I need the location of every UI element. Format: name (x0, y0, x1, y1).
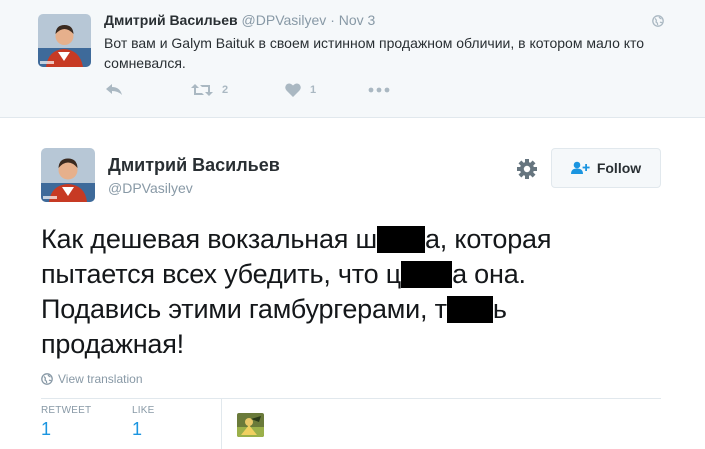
tweet-stats: RETWEET 1 LIKE 1 (41, 398, 661, 449)
tweet-date[interactable]: Nov 3 (339, 12, 376, 28)
avatar[interactable] (41, 148, 95, 202)
reply-button[interactable] (104, 82, 124, 98)
like-stat-label: LIKE (132, 405, 155, 416)
retweet-stat-value: 1 (41, 419, 52, 439)
like-stat-value: 1 (132, 419, 143, 439)
avatar[interactable] (38, 14, 91, 67)
tweet-text-part: пытается всех убедить, что ц (41, 259, 402, 289)
retweet-button[interactable]: 2 (190, 82, 228, 98)
redaction-box (446, 296, 493, 323)
heart-icon (285, 83, 301, 97)
tweet-text: Как дешевая вокзальная ш а, которая пытае… (41, 222, 681, 362)
view-translation-label: View translation (58, 372, 143, 386)
author-name[interactable]: Дмитрий Васильев (108, 155, 280, 176)
globe-icon (41, 373, 53, 385)
liker-avatar-image (237, 413, 264, 437)
author-name[interactable]: Дмитрий Васильев (104, 12, 238, 28)
view-translation-link[interactable]: View translation (41, 372, 143, 386)
tweet-actions: 2 1 (104, 82, 424, 104)
liker-avatar[interactable] (237, 413, 264, 437)
tweet-text-part: а, которая (424, 224, 552, 254)
like-count: 1 (310, 84, 317, 96)
author-handle[interactable]: @DPVasilyev (108, 180, 193, 196)
globe-icon (652, 15, 664, 27)
tweet-text-part: Как дешевая вокзальная ш (41, 224, 377, 254)
separator: · (330, 12, 335, 28)
tweet-text-part: Подавись этими гамбургерами, т (41, 294, 447, 324)
retweet-stat[interactable]: RETWEET 1 (41, 405, 91, 440)
tweet-text-part: продажная! (41, 329, 184, 359)
retweet-icon (191, 84, 213, 96)
like-stat[interactable]: LIKE 1 (132, 405, 154, 440)
parent-tweet-header: Дмитрий Васильев @DPVasilyev · Nov 3 (104, 12, 375, 28)
redaction-box (376, 226, 425, 253)
more-button[interactable] (368, 86, 390, 94)
stats-divider (221, 399, 222, 449)
parent-tweet[interactable]: Дмитрий Васильев @DPVasilyev · Nov 3 Вот… (0, 0, 705, 118)
follow-person-icon (570, 161, 590, 174)
tweet-text-part: а она. (452, 259, 526, 289)
gear-icon[interactable] (515, 157, 539, 181)
more-icon (368, 87, 390, 93)
avatar-image (38, 14, 91, 67)
redaction-box (401, 261, 453, 288)
retweet-stat-label: RETWEET (41, 405, 92, 416)
tweet-text: Вот вам и Galym Baituk в своем истинном … (104, 35, 645, 71)
reply-icon (106, 84, 122, 95)
like-button[interactable]: 1 (284, 82, 316, 98)
follow-button[interactable]: Follow (551, 148, 661, 188)
tweet-text-part: ь (492, 294, 507, 324)
avatar-image (41, 148, 95, 202)
retweet-count: 2 (222, 84, 229, 96)
follow-label: Follow (596, 160, 642, 176)
author-handle[interactable]: @DPVasilyev (242, 12, 327, 28)
